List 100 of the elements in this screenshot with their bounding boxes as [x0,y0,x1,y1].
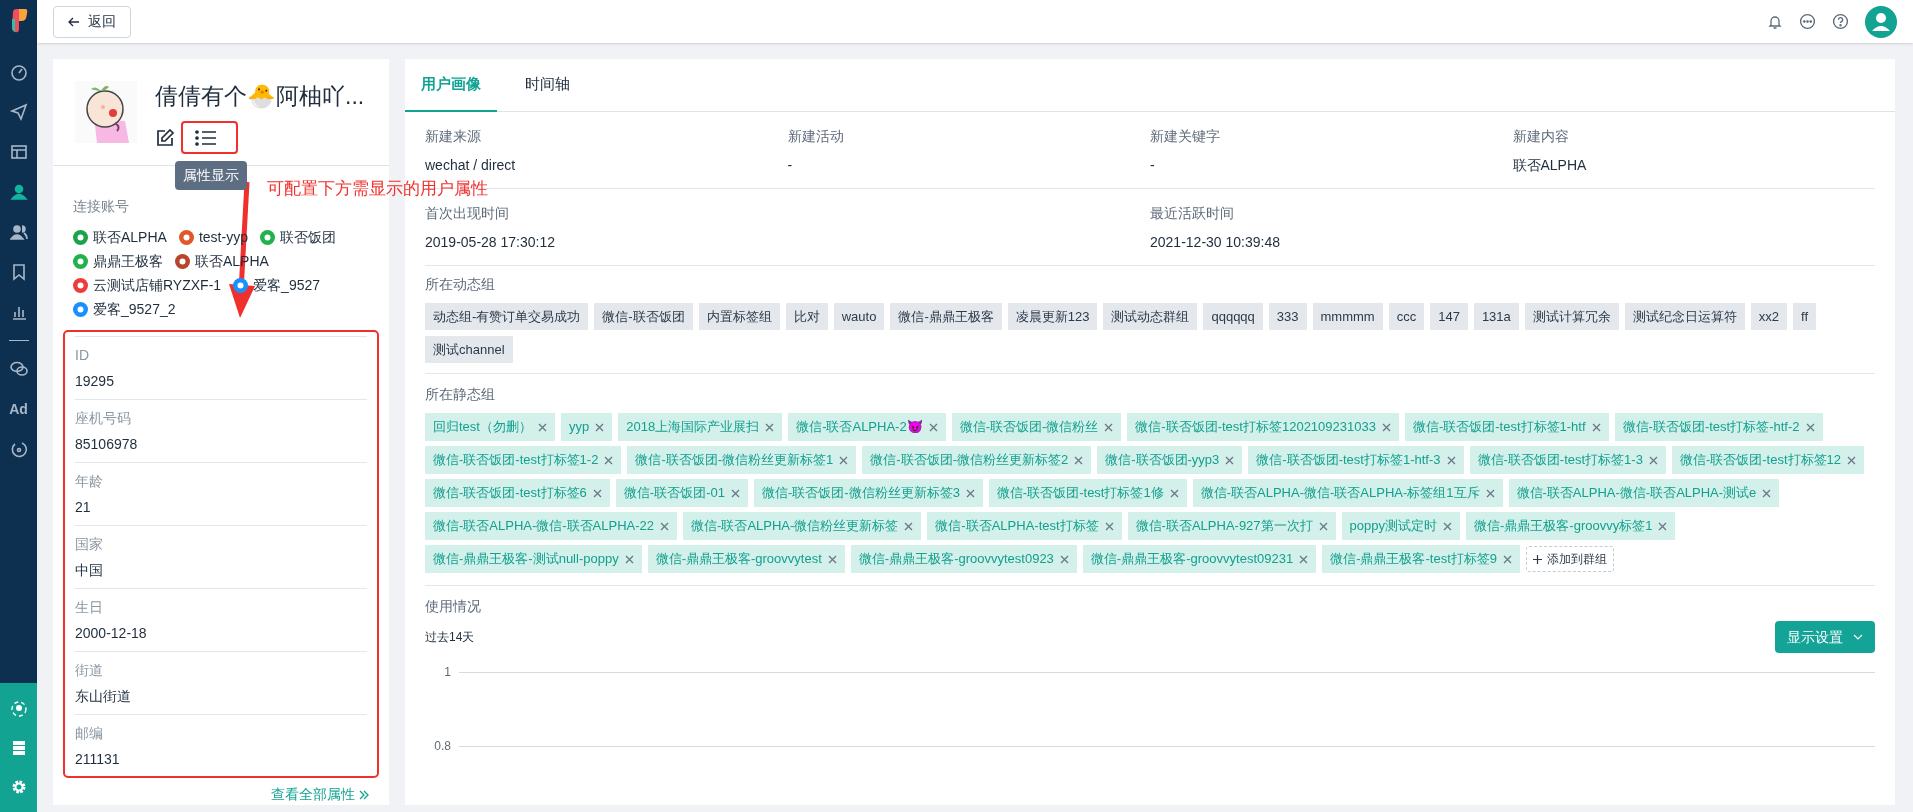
close-icon[interactable] [1104,422,1114,432]
close-icon[interactable] [595,422,605,432]
close-icon[interactable] [1225,455,1235,465]
field-label: 新建来源 [425,127,482,146]
group-tag: 测试纪念日运算符 [1624,303,1745,330]
ad-nav-item[interactable]: Ad [9,398,28,420]
group-tag: 147 [1430,303,1468,330]
tag-label: 微信-联否饭团-test打标签-htf-2 [1622,418,1800,437]
close-icon[interactable] [1591,422,1601,432]
attribute-label: 街道 [75,661,104,680]
circle-icon[interactable] [9,440,28,458]
close-icon[interactable] [1503,554,1512,564]
chat-icon[interactable] [9,360,28,378]
field-label: 首次出现时间 [425,204,510,223]
tab[interactable]: 时间轴 [497,59,598,112]
group-tag: 微信-联否饭团 [594,303,693,330]
edit-icon[interactable] [155,127,175,148]
tag-label: 微信-联否饭团-test打标签1-htf-3 [1256,451,1441,470]
close-icon[interactable] [1074,455,1084,465]
attribute-label: ID [75,346,90,365]
close-icon[interactable] [660,521,670,531]
attribute-value: 85106978 [75,435,139,454]
tag-label: 微信-联否饭团-test打标签1-2 [433,451,599,470]
close-icon[interactable] [624,554,634,564]
tag-label: 微信-鼎鼎王极客-groovvytest0923 [858,550,1054,569]
tag-label: 微信-联否ALPHA-微信-联否ALPHA-测试e [1516,484,1757,503]
close-icon[interactable] [1762,488,1772,498]
attribute-value: 19295 [75,372,115,391]
close-icon[interactable] [1847,455,1856,465]
tag-label: 2018上海国际产业展扫 [626,418,760,437]
tag-label: 微信-联否饭团-01 [623,484,725,503]
field-label: 新建内容 [1512,127,1570,146]
network-icon[interactable] [9,699,28,718]
axis-label: 1 [443,664,451,681]
close-icon[interactable] [730,488,740,498]
field-value: - [787,156,794,175]
tag-label: yyp [568,418,590,437]
close-icon[interactable] [827,554,837,564]
attribute-value: 21 [75,498,92,517]
close-icon[interactable] [1648,455,1658,465]
group-tag: xx2 [1750,303,1788,330]
group-tag: wauto [833,303,885,330]
add-to-group-button[interactable]: 添加到群组 [1526,546,1614,572]
logo-icon [9,9,28,33]
close-icon[interactable] [839,455,849,465]
back-button[interactable]: 返回 [53,5,131,38]
close-icon[interactable] [1299,554,1309,564]
chevrons-right-icon [359,789,369,800]
close-icon[interactable] [1443,521,1452,531]
tag-label: 回归test（勿删） [433,418,532,437]
help-icon[interactable] [1832,13,1849,30]
tag-label: 微信-联否ALPHA-微信-联否ALPHA-22 [433,517,655,536]
close-icon[interactable] [965,488,975,498]
list-icon[interactable] [195,128,217,147]
dashboard-icon[interactable] [9,63,28,81]
layout-icon[interactable] [9,143,28,161]
avatar-icon[interactable] [1865,5,1897,38]
close-icon[interactable] [1446,455,1456,465]
close-icon[interactable] [765,422,775,432]
tag-label: 微信-联否饭团-微信粉丝更新标签2 [870,451,1069,470]
users-icon[interactable] [9,223,28,241]
tag-label: 微信-联否ALPHA-927第一次打 [1135,517,1313,536]
close-icon[interactable] [1381,422,1391,432]
close-icon[interactable] [537,422,547,432]
tag-label: 微信-联否饭团-test打标签1修 [996,484,1164,503]
user-icon[interactable] [9,183,28,201]
bell-icon[interactable] [1767,13,1783,30]
group-tag: 微信-鼎鼎王极客 [890,303,1002,330]
group-tag: 比对 [785,303,828,330]
field-value: 2021-12-30 10:39:48 [1150,233,1281,252]
tag-label: 微信-联否ALPHA-test打标签 [935,517,1099,536]
view-all-link[interactable]: 查看全部属性 [271,784,369,805]
close-icon[interactable] [604,455,614,465]
close-icon[interactable] [1485,488,1495,498]
tooltip: 属性显示 [175,161,247,190]
chat-icon[interactable] [1799,13,1816,30]
group-tag: ff [1793,303,1817,330]
tag-label: 微信-联否ALPHA-2😈 [796,418,923,437]
close-icon[interactable] [1658,521,1668,531]
close-icon[interactable] [928,422,938,432]
close-icon[interactable] [904,521,914,531]
close-icon[interactable] [1059,554,1069,564]
plus-icon [1533,554,1542,564]
group-tag: ccc [1388,303,1425,330]
tag-label: 微信-鼎鼎王极客-测试null-poppy [433,550,619,569]
attribute-value: 2000-12-18 [75,624,148,643]
close-icon[interactable] [1104,521,1114,531]
field-value: 2019-05-28 17:30:12 [425,233,556,252]
group-tag: 动态组-有赞订单交易成功 [425,303,589,330]
close-icon[interactable] [1169,488,1179,498]
group-tag: 内置标签组 [698,303,780,330]
close-icon[interactable] [592,488,602,498]
tag-label: 微信-联否饭团-test打标签12 [1679,451,1841,470]
account-name: 爱客_9527 [253,276,321,295]
group-tag: 测试动态群组 [1103,303,1198,330]
tag-label: 微信-鼎鼎王极客-groovvy标签1 [1474,517,1653,536]
send-icon[interactable] [9,103,28,121]
close-icon[interactable] [1805,422,1815,432]
close-icon[interactable] [1318,521,1328,531]
account-name: 云测试店铺RYZXF-1 [93,276,222,295]
